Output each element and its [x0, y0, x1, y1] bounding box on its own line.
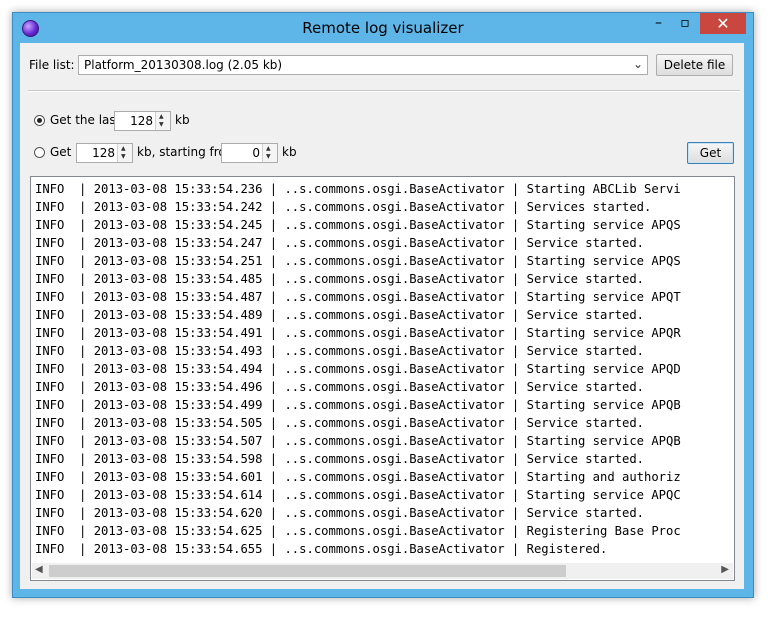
delete-file-button[interactable]: Delete file: [656, 54, 733, 76]
stepper-up-icon[interactable]: ▲: [266, 146, 271, 152]
log-line: INFO | 2013-03-08 15:33:54.493 | ..s.com…: [35, 344, 645, 358]
scroll-left-icon[interactable]: ◀: [35, 564, 43, 575]
stepper-up-icon[interactable]: ▲: [159, 114, 164, 120]
stepper-arrows[interactable]: ▲ ▼: [155, 112, 170, 130]
stepper-arrows[interactable]: ▲ ▼: [262, 144, 277, 162]
log-line: INFO | 2013-03-08 15:33:54.625 | ..s.com…: [35, 524, 681, 538]
start-offset-value: 0: [252, 146, 260, 160]
log-line: INFO | 2013-03-08 15:33:54.247 | ..s.com…: [35, 236, 645, 250]
log-line: INFO | 2013-03-08 15:33:54.496 | ..s.com…: [35, 380, 645, 394]
log-line: INFO | 2013-03-08 15:33:54.620 | ..s.com…: [35, 506, 645, 520]
log-line: INFO | 2013-03-08 15:33:54.251 | ..s.com…: [35, 254, 681, 268]
get-range-radio[interactable]: [34, 147, 45, 158]
stepper-down-icon[interactable]: ▼: [121, 154, 126, 160]
close-button[interactable]: ✕: [700, 13, 746, 34]
separator: [28, 90, 740, 92]
app-window: Remote log visualizer – ▫ ✕ File list: P…: [12, 12, 754, 598]
log-line: INFO | 2013-03-08 15:33:54.507 | ..s.com…: [35, 434, 681, 448]
log-line: INFO | 2013-03-08 15:33:54.499 | ..s.com…: [35, 398, 681, 412]
log-line: INFO | 2013-03-08 15:33:54.236 | ..s.com…: [35, 182, 681, 196]
get-button[interactable]: Get: [687, 142, 734, 164]
scrollbar-thumb[interactable]: [49, 565, 566, 577]
get-last-unit: kb: [175, 113, 190, 127]
chevron-down-icon[interactable]: ⌄: [633, 57, 643, 71]
get-range-label: Get: [50, 145, 72, 159]
maximize-button[interactable]: ▫: [672, 13, 698, 34]
stepper-down-icon[interactable]: ▼: [266, 154, 271, 160]
stepper-up-icon[interactable]: ▲: [121, 146, 126, 152]
log-line: INFO | 2013-03-08 15:33:54.505 | ..s.com…: [35, 416, 645, 430]
log-line: INFO | 2013-03-08 15:33:54.598 | ..s.com…: [35, 452, 645, 466]
log-view[interactable]: INFO | 2013-03-08 15:33:54.236 | ..s.com…: [30, 176, 735, 581]
log-line: INFO | 2013-03-08 15:33:54.494 | ..s.com…: [35, 362, 681, 376]
stepper-down-icon[interactable]: ▼: [159, 122, 164, 128]
file-list-selected: Platform_20130308.log (2.05 kb): [84, 58, 283, 72]
start-offset-stepper[interactable]: 0 ▲ ▼: [221, 143, 278, 163]
log-line: INFO | 2013-03-08 15:33:54.489 | ..s.com…: [35, 308, 645, 322]
stepper-arrows[interactable]: ▲ ▼: [117, 144, 132, 162]
log-line: INFO | 2013-03-08 15:33:54.487 | ..s.com…: [35, 290, 681, 304]
log-line: INFO | 2013-03-08 15:33:54.491 | ..s.com…: [35, 326, 681, 340]
horizontal-scrollbar[interactable]: ◀ ▶: [32, 563, 733, 579]
minimize-button[interactable]: –: [645, 13, 672, 34]
window-title: Remote log visualizer: [302, 19, 464, 37]
scroll-right-icon[interactable]: ▶: [721, 564, 729, 575]
log-line: INFO | 2013-03-08 15:33:54.242 | ..s.com…: [35, 200, 652, 214]
log-line: INFO | 2013-03-08 15:33:54.614 | ..s.com…: [35, 488, 681, 502]
client-area: File list: Platform_20130308.log (2.05 k…: [20, 43, 744, 589]
file-list-dropdown[interactable]: Platform_20130308.log (2.05 kb) ⌄: [78, 55, 648, 75]
log-line: INFO | 2013-03-08 15:33:54.485 | ..s.com…: [35, 272, 645, 286]
log-line: INFO | 2013-03-08 15:33:54.245 | ..s.com…: [35, 218, 681, 232]
log-lines: INFO | 2013-03-08 15:33:54.236 | ..s.com…: [35, 180, 734, 558]
get-range-unit: kb: [282, 145, 297, 159]
get-last-kb-value: 128: [130, 114, 153, 128]
log-line: INFO | 2013-03-08 15:33:54.655 | ..s.com…: [35, 542, 608, 556]
get-range-kb-value: 128: [92, 146, 115, 160]
title-bar[interactable]: Remote log visualizer – ▫ ✕: [13, 13, 753, 43]
file-list-label: File list:: [29, 58, 75, 72]
get-range-kb-stepper[interactable]: 128 ▲ ▼: [76, 143, 133, 163]
get-last-label: Get the last: [50, 113, 121, 127]
log-line: INFO | 2013-03-08 15:33:54.601 | ..s.com…: [35, 470, 681, 484]
get-last-kb-stepper[interactable]: 128 ▲ ▼: [114, 111, 171, 131]
get-last-radio[interactable]: [34, 115, 45, 126]
